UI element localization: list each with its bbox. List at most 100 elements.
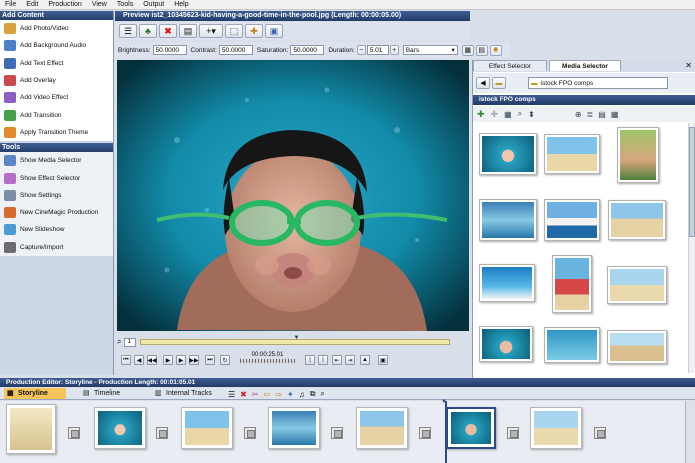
add-text-effect-item[interactable]: Add Text Effect xyxy=(0,55,113,72)
media-thumbnail[interactable] xyxy=(479,264,535,302)
menu-tools[interactable]: Tools xyxy=(112,1,138,8)
tab-internal-tracks[interactable]: ▥ Internal Tracks xyxy=(152,388,232,399)
tab-media-selector[interactable]: Media Selector xyxy=(549,60,621,71)
storyline-clip[interactable] xyxy=(6,404,56,454)
close-icon[interactable]: ✕ xyxy=(685,61,692,70)
delete-button[interactable]: ✖ xyxy=(159,24,177,38)
remove-media-icon[interactable]: ✚ xyxy=(491,109,499,120)
effect-icon[interactable]: ✦ xyxy=(287,390,294,399)
center-button[interactable]: ✚ xyxy=(245,24,263,38)
scrub-marker[interactable]: ▼ xyxy=(293,335,299,341)
media-thumbnail[interactable] xyxy=(544,327,600,363)
properties-button[interactable]: ☰ xyxy=(119,24,137,38)
duration-increase-button[interactable]: + xyxy=(389,45,399,55)
tab-storyline[interactable]: ▦ Storyline xyxy=(4,388,66,399)
search-icon[interactable]: ⌕ xyxy=(117,337,121,347)
playhead-marker[interactable]: ▼ xyxy=(441,399,447,405)
add-button[interactable]: +▾ xyxy=(199,24,223,38)
sort-icon[interactable]: ⬍ xyxy=(528,110,535,119)
storyline-clip[interactable] xyxy=(356,407,408,449)
grid-view-icon[interactable]: ▦ xyxy=(611,110,619,119)
add-background-audio-item[interactable]: Add Background Audio xyxy=(0,37,113,54)
add-media-icon[interactable]: ✚ xyxy=(477,109,485,120)
duration-input[interactable] xyxy=(366,45,389,55)
media-scrollbar[interactable] xyxy=(688,123,695,373)
step-forward-button[interactable]: ▶ xyxy=(176,355,186,365)
storyline-scrollbar[interactable] xyxy=(685,401,695,463)
storyline-clip[interactable] xyxy=(181,407,233,449)
menu-production[interactable]: Production xyxy=(43,1,86,8)
storyline-clip[interactable] xyxy=(530,407,582,449)
mark-out-button[interactable]: | xyxy=(318,355,328,365)
snapshot-button[interactable]: ▣ xyxy=(378,355,388,365)
move-right-icon[interactable]: ⇨ xyxy=(275,390,282,399)
loop-button[interactable]: ↻ xyxy=(220,355,230,365)
details-view-icon[interactable]: ▤ xyxy=(598,110,606,119)
preview-canvas[interactable] xyxy=(117,60,469,331)
media-thumbnail[interactable] xyxy=(552,255,592,313)
move-button[interactable]: ♣ xyxy=(139,24,157,38)
tab-effect-selector[interactable]: Effect Selector xyxy=(473,60,547,71)
media-thumbnail[interactable] xyxy=(544,134,600,174)
list-view-icon[interactable]: ≣ xyxy=(587,110,594,119)
transition-slot[interactable] xyxy=(507,427,519,439)
menu-file[interactable]: File xyxy=(0,1,21,8)
image-button[interactable]: ▣ xyxy=(265,24,283,38)
menu-output[interactable]: Output xyxy=(138,1,169,8)
media-thumbnail[interactable] xyxy=(617,127,659,183)
zoom-input[interactable] xyxy=(124,337,137,347)
search-media-icon[interactable]: ⌕ xyxy=(518,109,522,119)
show-settings-item[interactable]: Show Settings xyxy=(0,187,113,204)
play-button[interactable]: ▶ xyxy=(163,355,173,365)
media-thumbnail[interactable] xyxy=(479,199,537,241)
show-media-selector-item[interactable]: Show Media Selector xyxy=(0,152,113,169)
mark-in-button[interactable]: | xyxy=(305,355,315,365)
go-end-button[interactable]: ⏭ xyxy=(205,355,215,365)
arrange-button[interactable]: ▤ xyxy=(179,24,197,38)
show-effect-selector-item[interactable]: Show Effect Selector xyxy=(0,169,113,186)
folder-select[interactable]: ▬ istock FPO comps xyxy=(528,77,668,89)
brightness-input[interactable] xyxy=(152,45,187,55)
media-thumbnail[interactable] xyxy=(544,199,600,241)
media-thumbnail[interactable] xyxy=(479,133,537,175)
add-overlay-item[interactable]: Add Overlay xyxy=(0,72,113,89)
zoom-clip-icon[interactable]: ⌕ xyxy=(320,389,324,399)
audio-track-icon[interactable]: ♫ xyxy=(299,390,305,399)
thumbnail-view-icon[interactable]: ▦ xyxy=(504,110,512,119)
media-scroll-thumb[interactable] xyxy=(689,127,695,237)
next-marker-button[interactable]: ⇥ xyxy=(345,355,355,365)
contrast-input[interactable] xyxy=(218,45,253,55)
refresh-button[interactable]: ✺ xyxy=(489,44,502,56)
fullscreen-button[interactable]: ▲ xyxy=(360,355,370,365)
transition-clip-icon[interactable]: ⧉ xyxy=(310,389,316,399)
fast-forward-button[interactable]: ▶▶ xyxy=(189,355,199,365)
prev-marker-button[interactable]: ⇤ xyxy=(332,355,342,365)
step-back-button[interactable]: ◀ xyxy=(134,355,144,365)
transition-slot[interactable] xyxy=(68,427,80,439)
go-start-button[interactable]: ⏮ xyxy=(121,355,131,365)
apply-transition-theme-item[interactable]: Apply Transition Theme xyxy=(0,124,113,141)
rewind-button[interactable]: ◀◀ xyxy=(147,355,157,365)
duration-decrease-button[interactable]: − xyxy=(356,45,366,55)
media-thumbnail[interactable] xyxy=(608,200,666,240)
media-thumbnail[interactable] xyxy=(479,326,533,362)
menu-help[interactable]: Help xyxy=(169,1,193,8)
new-cinemagic-production-item[interactable]: New CineMagic Production xyxy=(0,204,113,221)
transition-slot[interactable] xyxy=(331,427,343,439)
media-thumbnail[interactable] xyxy=(607,330,667,364)
saturation-input[interactable] xyxy=(290,45,325,55)
transition-slot[interactable] xyxy=(419,427,431,439)
volume-slider[interactable] xyxy=(240,359,295,363)
transition-slot[interactable] xyxy=(244,427,256,439)
add-video-effect-item[interactable]: Add Video Effect xyxy=(0,89,113,106)
menu-view[interactable]: View xyxy=(87,1,112,8)
crop-button[interactable]: ⬚ xyxy=(225,24,243,38)
delete-clip-icon[interactable]: ✖ xyxy=(240,390,247,399)
storyline-clip[interactable] xyxy=(268,407,320,449)
storyline-clip[interactable] xyxy=(94,407,146,449)
properties-icon[interactable]: ☰ xyxy=(228,390,235,399)
back-button[interactable]: ◀ xyxy=(476,77,490,89)
split-icon[interactable]: ✂ xyxy=(252,390,259,399)
transition-slot[interactable] xyxy=(594,427,606,439)
move-left-icon[interactable]: ⇦ xyxy=(264,390,271,399)
